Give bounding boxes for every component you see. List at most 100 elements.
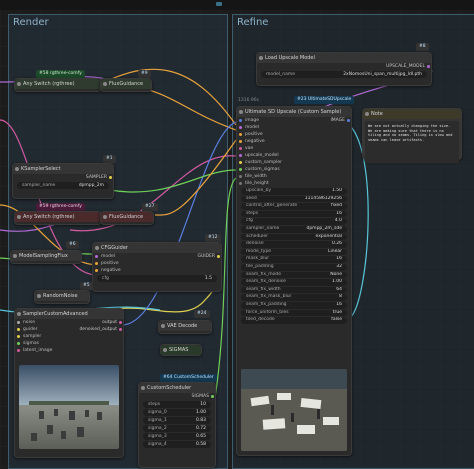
note-node[interactable]: Note We are not actually changing the si…	[362, 108, 462, 163]
usd-input-row[interactable]: negative	[237, 138, 351, 145]
sigmas-reroute-node[interactable]: SIGMAS	[160, 344, 202, 356]
sampler-custom-advanced-node[interactable]: SamplerCustomAdvanced noise output guide…	[14, 308, 124, 458]
ultimate-sd-upscale-title[interactable]: Ultimate SD Upscale (Custom Sample)	[237, 107, 351, 117]
cfg-widget[interactable]: cfg 1.5	[97, 275, 217, 282]
usd-widget-seam-fix-mask-blur[interactable]: seam_fix_mask_blur 8	[241, 294, 347, 301]
sca-output-dot[interactable]	[119, 321, 122, 324]
cfg-positive-dot[interactable]	[95, 262, 98, 265]
load-upscale-node[interactable]: Load Upscale Model UPSCALE_MODEL model_n…	[256, 52, 432, 86]
load-upscale-title[interactable]: Load Upscale Model	[257, 53, 431, 63]
usd-input-dot[interactable]	[239, 161, 242, 164]
load-upscale-output-dot[interactable]	[427, 65, 430, 68]
usd-widget-mode-type[interactable]: mode_type Linear	[241, 248, 347, 256]
cfg-guider-input-model[interactable]: model GUIDER	[93, 253, 221, 260]
sca-input-sigmas[interactable]: sigmas	[15, 340, 123, 347]
custom-scheduler-output-dot[interactable]	[211, 395, 214, 398]
usd-input-dot[interactable]	[239, 133, 242, 136]
sigmas-reroute-title[interactable]: SIGMAS	[161, 345, 201, 355]
custom-scheduler-widget[interactable]: sigma_1 0.83	[143, 417, 211, 424]
cfg-guider-input-negative[interactable]: negative	[93, 267, 221, 274]
flux-guidance-2-title[interactable]: FluxGuidance	[101, 212, 153, 222]
cfg-model-dot[interactable]	[95, 255, 98, 258]
usd-widget-tiled-decode[interactable]: tiled_decode false	[241, 317, 347, 324]
usd-widget-steps[interactable]: steps 16	[241, 210, 347, 218]
random-noise-title[interactable]: RandomNoise	[35, 291, 89, 301]
usd-extra-input-row[interactable]: tile_height	[237, 180, 351, 187]
custom-scheduler-widget[interactable]: steps 10	[143, 401, 211, 408]
usd-widget-seam-fix-width[interactable]: seam_fix_width 64	[241, 286, 347, 294]
sca-noise-dot[interactable]	[17, 321, 20, 324]
usd-input-row[interactable]: positive	[237, 131, 351, 138]
usd-widget-force-uniform-tiles[interactable]: force_uniform_tiles true	[241, 309, 347, 317]
custom-scheduler-node[interactable]: CustomScheduler SIGMAS steps 10 sigma_0 1.0…	[138, 382, 216, 468]
ultimate-sd-upscale-node[interactable]: Ultimate SD Upscale (Custom Sample) imag…	[236, 106, 352, 456]
usd-input-row[interactable]: vae	[237, 145, 351, 152]
usd-input-row[interactable]: custom_sampler	[237, 159, 351, 166]
usd-widget-denoise[interactable]: denoise 0.26	[241, 241, 347, 248]
custom-scheduler-title[interactable]: CustomScheduler	[139, 383, 215, 393]
sca-sampler-dot[interactable]	[17, 335, 20, 338]
any-switch-2-node[interactable]: Any Switch (rgthree)	[14, 211, 102, 225]
usd-widget-scheduler[interactable]: scheduler exponential	[241, 233, 347, 241]
vae-decode-node[interactable]: VAE Decode	[158, 320, 212, 334]
sca-denoised-output-dot[interactable]	[119, 328, 122, 331]
sca-input-latent[interactable]: latent_image	[15, 347, 123, 354]
cfg-guider-title[interactable]: CFGGuider	[93, 243, 221, 253]
usd-output-dot[interactable]	[347, 119, 350, 122]
cfg-guider-node[interactable]: CFGGuider model GUIDER positive negative…	[92, 242, 222, 292]
usd-widget-seam-fix-padding[interactable]: seam_fix_padding 16	[241, 301, 347, 309]
usd-input-dot[interactable]	[239, 147, 242, 150]
cfg-guider-output-dot[interactable]	[217, 255, 220, 258]
usd-widget-control-after-generate[interactable]: control_after_generate fixed	[241, 203, 347, 210]
usd-input-row[interactable]: custom_sigmas	[237, 166, 351, 173]
random-noise-node[interactable]: RandomNoise	[34, 290, 90, 304]
usd-widget-seam-fix-denoise[interactable]: seam_fix_denoise 1.00	[241, 279, 347, 286]
usd-widget-upscale-by[interactable]: upscale_by 1.50	[241, 188, 347, 195]
sca-sigmas-dot[interactable]	[17, 342, 20, 345]
sca-input-guider[interactable]: guider denoised_output	[15, 326, 123, 333]
usd-widget-seam-fix-mode[interactable]: seam_fix_mode None	[241, 271, 347, 279]
usd-input-dot[interactable]	[239, 140, 242, 143]
usd-input-row[interactable]: image IMAGE	[237, 117, 351, 124]
usd-widget-cfg[interactable]: cfg 4.0	[241, 218, 347, 225]
custom-scheduler-widget[interactable]: sigma_3 0.65	[143, 433, 211, 440]
sca-input-sampler[interactable]: sampler	[15, 333, 123, 340]
ksampler-select-title[interactable]: KSamplerSelect	[13, 164, 113, 174]
usd-extra-input-dot[interactable]	[239, 175, 242, 178]
usd-input-dot[interactable]	[239, 168, 242, 171]
cfg-guider-input-positive[interactable]: positive	[93, 260, 221, 267]
model-sampling-title[interactable]: ModelSamplingFlux	[11, 251, 81, 261]
usd-widget-tile-padding[interactable]: tile_padding 32	[241, 263, 347, 271]
note-text[interactable]: We are not actually changing the size. W…	[365, 121, 459, 163]
any-switch-1-node[interactable]: Any Switch (rgthree)	[14, 78, 102, 92]
usd-input-row[interactable]: upscale_model	[237, 152, 351, 159]
usd-input-row[interactable]: model	[237, 124, 351, 131]
custom-scheduler-widget[interactable]: sigma_4 0.58	[143, 441, 211, 448]
sca-input-noise[interactable]: noise output	[15, 319, 123, 326]
custom-scheduler-widget[interactable]: sigma_2 0.72	[143, 425, 211, 432]
usd-input-dot[interactable]	[239, 126, 242, 129]
ksampler-select-output-dot[interactable]	[109, 176, 112, 179]
upscale-model-widget[interactable]: model_name 2xNomosUni_span_multijpg_ldl.…	[261, 71, 427, 78]
flux-guidance-2-node[interactable]: FluxGuidance	[100, 211, 154, 225]
vae-decode-title[interactable]: VAE Decode	[159, 321, 211, 331]
flux-guidance-1-title[interactable]: FluxGuidance	[101, 79, 151, 89]
usd-widget-sampler-name[interactable]: sampler_name dpmpp_2m_sde	[241, 225, 347, 233]
any-switch-2-title[interactable]: Any Switch (rgthree)	[15, 212, 101, 222]
usd-extra-input-row[interactable]: tile_width	[237, 173, 351, 180]
model-sampling-node[interactable]: ModelSamplingFlux	[10, 250, 82, 264]
usd-widget-mask-blur[interactable]: mask_blur 16	[241, 256, 347, 263]
sampler-custom-advanced-title[interactable]: SamplerCustomAdvanced	[15, 309, 123, 319]
note-title[interactable]: Note	[363, 109, 461, 119]
usd-input-dot[interactable]	[239, 154, 242, 157]
sampler-name-widget[interactable]: sampler_name dpmpp_2m	[17, 182, 109, 189]
custom-scheduler-widget[interactable]: sigma_0 1.00	[143, 409, 211, 416]
any-switch-1-title[interactable]: Any Switch (rgthree)	[15, 79, 101, 89]
ksampler-select-node[interactable]: KSamplerSelect SAMPLER sampler_name dpmp…	[12, 163, 114, 199]
cfg-negative-dot[interactable]	[95, 269, 98, 272]
sca-guider-dot[interactable]	[17, 328, 20, 331]
flux-guidance-1-node[interactable]: FluxGuidance	[100, 78, 152, 92]
usd-extra-input-dot[interactable]	[239, 182, 242, 185]
sca-latent-dot[interactable]	[17, 349, 20, 352]
usd-input-dot[interactable]	[239, 119, 242, 122]
